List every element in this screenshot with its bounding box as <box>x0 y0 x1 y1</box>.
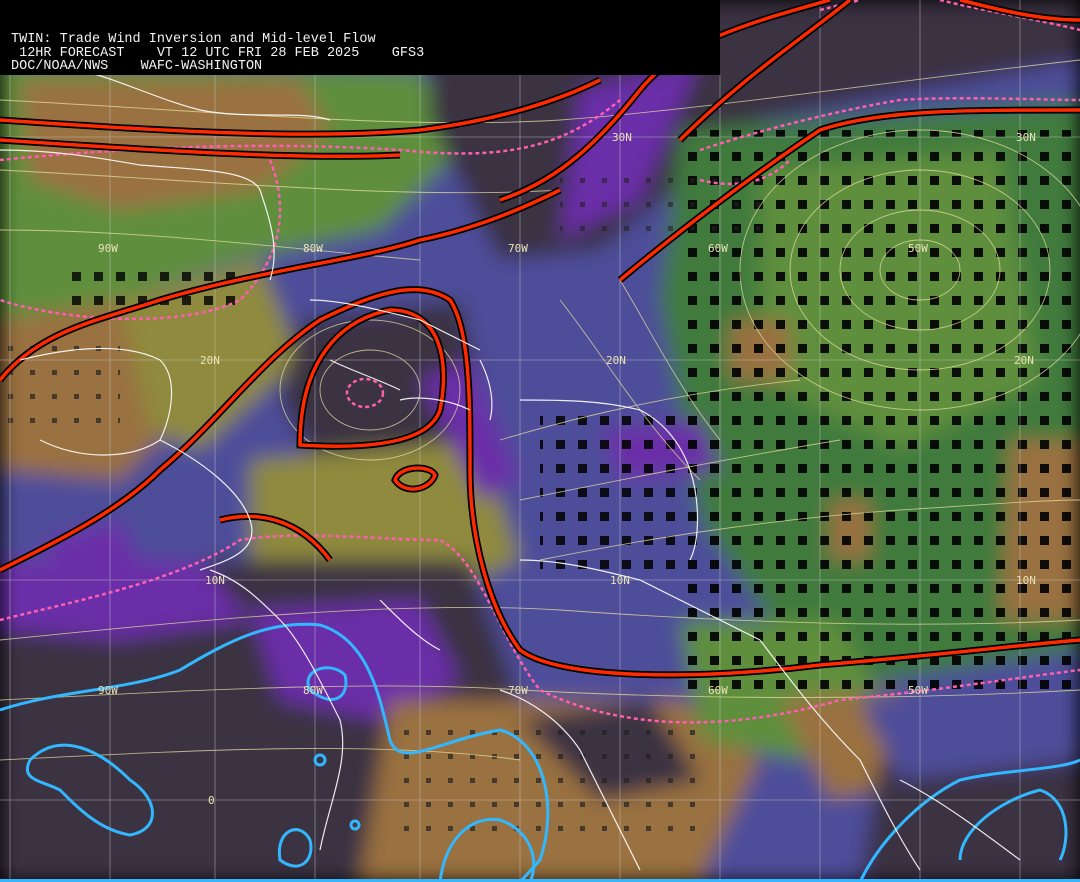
lat-label-10n-east: 10N <box>1016 574 1036 587</box>
weather-map: 30N 30N 20N 20N 20N 10N 10N 10N 0 90W 80… <box>0 0 1080 882</box>
lat-label-10n-mid: 10N <box>610 574 630 587</box>
forecast-line: 12HR FORECAST VT 12 UTC FRI 28 FEB 2025 … <box>11 45 425 61</box>
lon-label-90w: 90W <box>98 242 118 255</box>
lat-label-30n-east: 30N <box>1016 131 1036 144</box>
lat-label-10n: 10N <box>205 574 225 587</box>
lon-label-70w: 70W <box>508 242 528 255</box>
lon-label-50w-south: 50W <box>908 684 928 697</box>
lon-label-80w: 80W <box>303 242 323 255</box>
map-header: TWIN: Trade Wind Inversion and Mid-level… <box>0 0 720 75</box>
lon-label-70w-south: 70W <box>508 684 528 697</box>
lat-label-20n: 20N <box>200 354 220 367</box>
lat-label-0: 0 <box>208 794 215 807</box>
lon-label-90w-south: 90W <box>98 684 118 697</box>
map-title: TWIN: Trade Wind Inversion and Mid-level… <box>11 32 376 47</box>
lat-label-30n: 30N <box>612 131 632 144</box>
lat-label-20n-mid: 20N <box>606 354 626 367</box>
lon-label-60w: 60W <box>708 242 728 255</box>
agency-line: DOC/NOAA/NWS WAFC-WASHINGTON <box>11 59 263 74</box>
lat-label-20n-east: 20N <box>1014 354 1034 367</box>
lon-label-80w-south: 80W <box>303 684 323 697</box>
lon-label-60w-south: 60W <box>708 684 728 697</box>
lon-label-50w: 50W <box>908 242 928 255</box>
